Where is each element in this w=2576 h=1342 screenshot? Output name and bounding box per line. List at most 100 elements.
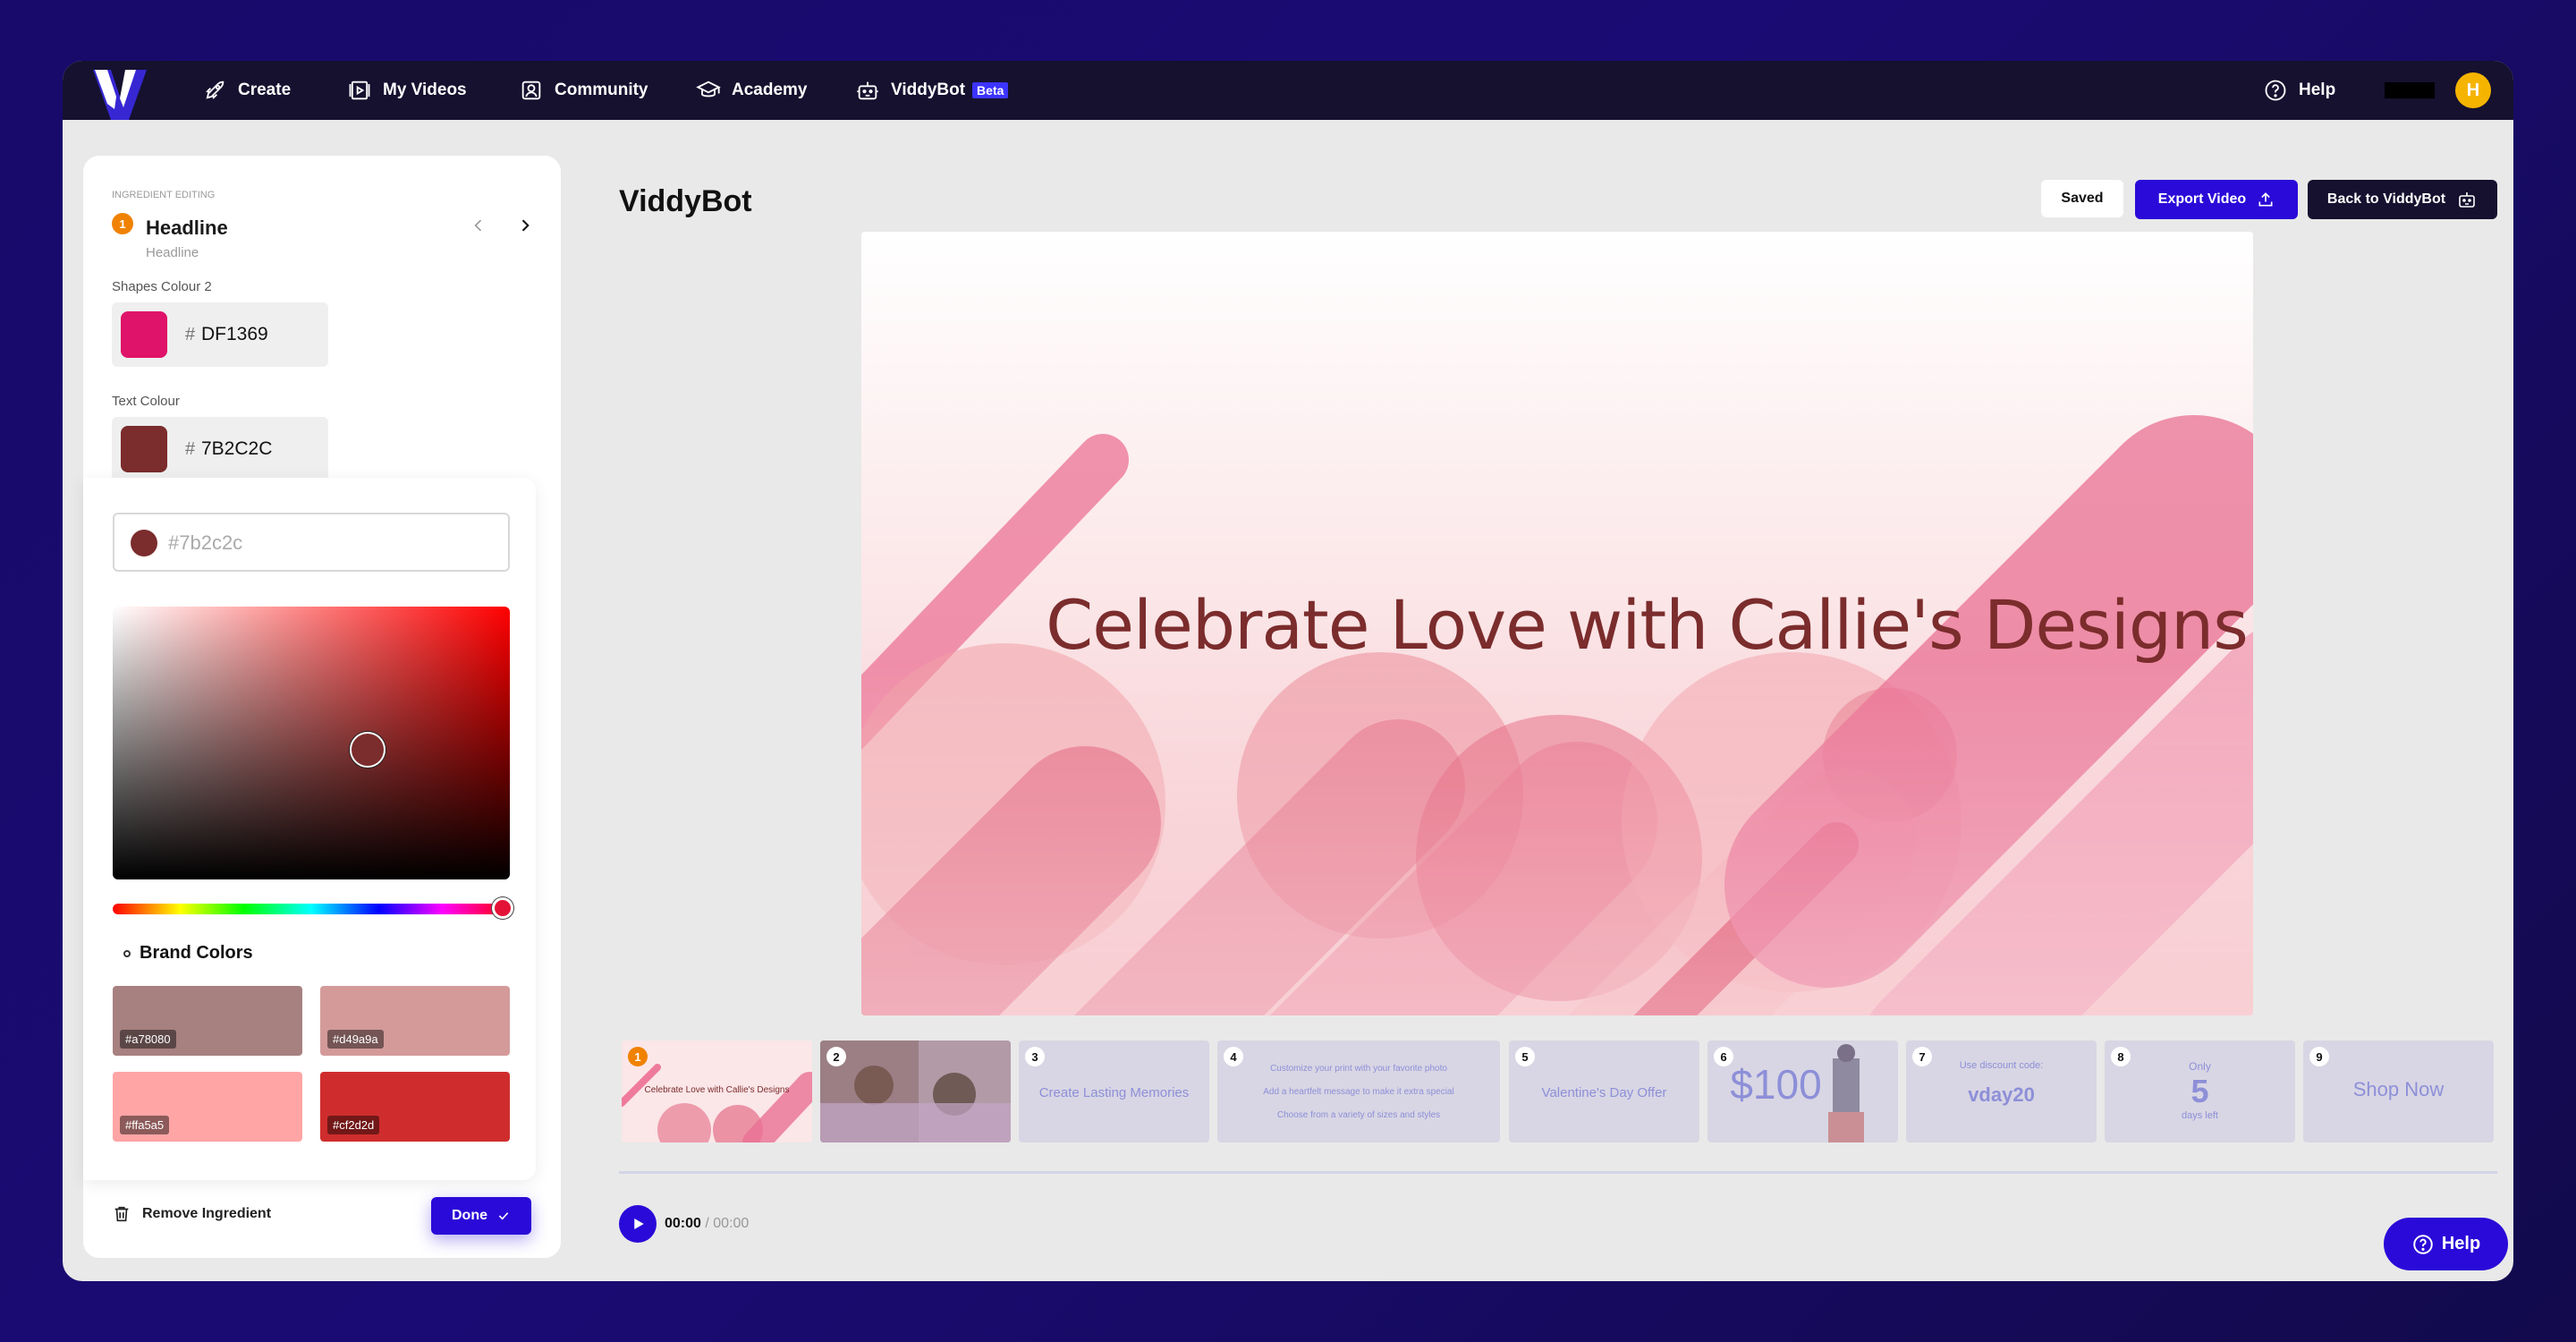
brand-color-label: #cf2d2d	[327, 1116, 380, 1134]
headline-text[interactable]: Celebrate Love with Callie's Designs	[951, 585, 2253, 665]
brand-color-label: #a78080	[120, 1030, 176, 1049]
shapes-colour-field[interactable]: # DF1369	[112, 302, 328, 367]
nav-viddybot[interactable]: ViddyBot Beta	[855, 61, 1009, 120]
scene-text: Use discount code:	[1959, 1060, 2044, 1071]
scene-text-line2: vday20	[1968, 1083, 2035, 1106]
nav-community-label: Community	[555, 81, 648, 99]
scene-text-line2: 5	[2190, 1073, 2209, 1109]
floating-help-label: Help	[2441, 1234, 2481, 1253]
beta-badge: Beta	[972, 82, 1009, 98]
done-label: Done	[452, 1208, 487, 1223]
playback-time: 00:00 / 00:00	[665, 1216, 749, 1232]
nav-help[interactable]: Help	[2263, 61, 2335, 120]
saved-button[interactable]: Saved	[2041, 180, 2123, 217]
brand-color-swatch[interactable]: #cf2d2d	[320, 1072, 510, 1142]
nav-academy-label: Academy	[732, 81, 808, 99]
shapes-colour-label: Shapes Colour 2	[112, 279, 212, 294]
avatar[interactable]: H	[2455, 72, 2491, 108]
robot-icon	[2459, 192, 2475, 208]
scene-text-line3: days left	[2182, 1110, 2218, 1121]
scene-number: 2	[826, 1047, 846, 1066]
scene-text: Only	[2189, 1060, 2211, 1073]
scene-number: 9	[2309, 1047, 2329, 1066]
brand-color-label: #d49a9a	[327, 1030, 384, 1049]
previous-ingredient-button[interactable]	[464, 211, 493, 240]
hue-slider-thumb[interactable]	[492, 897, 513, 919]
video-preview-canvas[interactable]: Celebrate Love with Callie's Designs	[861, 232, 2253, 1015]
floating-help-button[interactable]: Help	[2384, 1218, 2508, 1270]
nav-academy[interactable]: Academy	[696, 61, 808, 120]
hue-slider[interactable]	[113, 897, 513, 919]
upload-icon	[2258, 192, 2273, 207]
next-ingredient-button[interactable]	[511, 211, 539, 240]
trash-icon	[114, 1206, 129, 1222]
scene-thumbnail-3[interactable]: 3 Create Lasting Memories	[1019, 1040, 1209, 1142]
avatar-initial: H	[2466, 80, 2480, 100]
community-icon	[521, 81, 541, 100]
color-hex-input[interactable]: #7b2c2c	[113, 513, 510, 572]
shapes-colour-hex: DF1369	[201, 324, 268, 344]
text-colour-hex: 7B2C2C	[201, 438, 273, 459]
scene-thumbnail-6[interactable]: 6 $100	[1707, 1040, 1898, 1142]
hash-symbol: #	[185, 325, 196, 344]
remove-ingredient-button[interactable]: Remove Ingredient	[112, 1204, 271, 1224]
top-navigation-bar: Create My Videos Community Academy Viddy…	[63, 61, 2513, 120]
scene-text: Customize your print with your favorite …	[1270, 1064, 1447, 1074]
page-title: ViddyBot	[619, 184, 752, 218]
scene-thumbnail-5[interactable]: 5 Valentine's Day Offer	[1509, 1040, 1699, 1142]
total-time: / 00:00	[705, 1216, 750, 1231]
scene-text-line3: Choose from a variety of sizes and style…	[1276, 1110, 1441, 1120]
scene-number: 5	[1515, 1047, 1535, 1066]
section-label: INGREDIENT EDITING	[112, 190, 216, 200]
nav-my-videos[interactable]: My Videos	[347, 61, 467, 120]
check-icon	[498, 1212, 509, 1220]
text-colour-field[interactable]: # 7B2C2C	[112, 417, 328, 481]
rocket-icon	[206, 81, 225, 99]
export-video-button[interactable]: Export Video	[2135, 180, 2298, 219]
chevron-right-icon	[521, 219, 530, 232]
color-hex-placeholder: #7b2c2c	[168, 531, 243, 554]
graduation-cap-icon	[696, 81, 721, 98]
nav-my-videos-label: My Videos	[383, 81, 467, 99]
scene-thumbnail-4[interactable]: 4 Customize your print with your favorit…	[1217, 1040, 1500, 1142]
account-name-redacted	[2385, 82, 2435, 98]
brand-color-swatch[interactable]: #a78080	[113, 986, 302, 1056]
hash-symbol: #	[185, 439, 196, 459]
photo-placeholder	[820, 1040, 1011, 1142]
bullet-icon	[123, 950, 131, 957]
ingredient-subtitle: Headline	[146, 245, 199, 260]
nav-community[interactable]: Community	[519, 61, 648, 120]
scene-text: $100	[1730, 1061, 1822, 1108]
viddyyo-logo[interactable]	[93, 70, 148, 120]
done-button[interactable]: Done	[431, 1197, 531, 1235]
scene-text: Shop Now	[2352, 1078, 2445, 1100]
nav-create[interactable]: Create	[202, 61, 291, 120]
scene-thumbnail-1[interactable]: 1 Celebrate Love with Callie's Designs	[622, 1040, 812, 1142]
nav-viddybot-label: ViddyBot	[891, 81, 966, 99]
text-colour-swatch[interactable]	[121, 426, 167, 472]
text-colour-label: Text Colour	[112, 394, 180, 409]
timeline-track[interactable]	[619, 1171, 2497, 1174]
nav-create-label: Create	[238, 81, 292, 99]
shapes-colour-swatch[interactable]	[121, 311, 167, 358]
scene-thumbnail-8[interactable]: 8 Only 5 days left	[2105, 1040, 2295, 1142]
back-to-viddybot-button[interactable]: Back to ViddyBot	[2308, 180, 2497, 219]
robot-icon	[857, 81, 878, 100]
scene-thumbnail-2[interactable]: 2	[820, 1040, 1011, 1142]
scene-thumbnail-7[interactable]: 7 Use discount code: vday20	[1906, 1040, 2097, 1142]
scene-number: 1	[628, 1047, 648, 1066]
scene-text: Celebrate Love with Callie's Designs	[644, 1085, 790, 1095]
export-video-label: Export Video	[2157, 191, 2247, 207]
scene-thumbnail-9[interactable]: 9 Shop Now	[2303, 1040, 2494, 1142]
saturation-thumb[interactable]	[350, 732, 386, 768]
current-time: 00:00	[665, 1216, 701, 1231]
ingredient-title: Headline	[146, 217, 228, 239]
nav-help-label: Help	[2299, 81, 2336, 99]
brand-color-label: #ffa5a5	[120, 1116, 170, 1134]
play-button[interactable]	[619, 1205, 657, 1243]
brand-color-swatch[interactable]: #d49a9a	[320, 986, 510, 1056]
scene-text: Valentine's Day Offer	[1541, 1085, 1667, 1100]
video-icon	[349, 81, 370, 100]
saturation-value-area[interactable]	[113, 607, 510, 879]
brand-color-swatch[interactable]: #ffa5a5	[113, 1072, 302, 1142]
